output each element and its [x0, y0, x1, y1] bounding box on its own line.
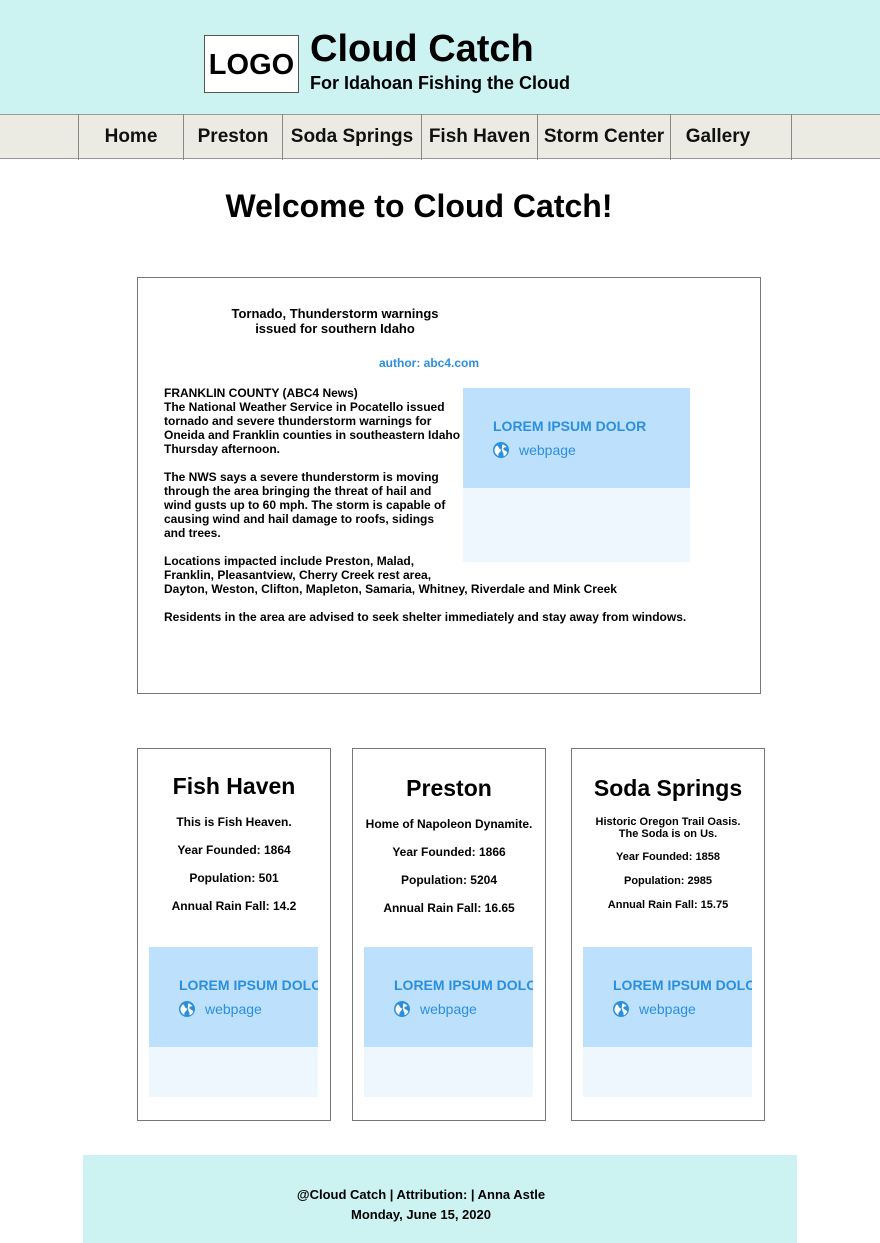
- page-title: Welcome to Cloud Catch!: [225, 188, 613, 224]
- link-preview-title[interactable]: LOREM IPSUM DOLOR: [394, 977, 533, 993]
- nav-preston[interactable]: Preston: [184, 114, 282, 159]
- card-population: Population: 501: [189, 871, 279, 885]
- link-preview-card[interactable]: [364, 947, 533, 1047]
- card-description: Historic Oregon Trail Oasis. The Soda is…: [595, 816, 741, 840]
- globe-icon: [179, 1001, 195, 1017]
- nav-fish-haven[interactable]: Fish Haven: [422, 114, 537, 159]
- card-rainfall: Annual Rain Fall: 15.75: [607, 899, 729, 911]
- link-preview-title[interactable]: LOREM IPSUM DOLOR: [179, 977, 318, 993]
- card-population: Population: 5204: [400, 873, 498, 887]
- article-paragraph: Residents in the area are advised to see…: [164, 610, 687, 624]
- card-year-founded: Year Founded: 1864: [177, 843, 291, 857]
- article-headline: Tornado, Thunderstorm warnings issued fo…: [231, 306, 439, 336]
- link-preview-card[interactable]: [463, 388, 690, 488]
- site-title: Cloud Catch: [310, 28, 534, 70]
- card-year-founded: Year Founded: 1866: [392, 845, 506, 859]
- link-preview-body: [149, 1047, 318, 1097]
- card-title: Soda Springs: [593, 775, 743, 801]
- card-rainfall: Annual Rain Fall: 14.2: [171, 899, 297, 913]
- nav-divider: [791, 114, 792, 160]
- link-preview-body: [364, 1047, 533, 1097]
- nav-soda-springs[interactable]: Soda Springs: [283, 114, 421, 159]
- globe-icon: [493, 442, 509, 458]
- link-preview-body: [583, 1047, 752, 1097]
- link-preview-webpage[interactable]: webpage: [179, 1001, 262, 1017]
- globe-icon: [613, 1001, 629, 1017]
- card-description: This is Fish Heaven.: [176, 815, 292, 829]
- article-author-link[interactable]: author: abc4.com: [379, 356, 479, 370]
- card-title: Preston: [406, 775, 492, 801]
- site-subtitle: For Idahoan Fishing the Cloud: [310, 73, 570, 93]
- footer-attribution: @Cloud Catch | Attribution: | Anna Astle: [296, 1187, 546, 1202]
- card-population: Population: 2985: [623, 875, 713, 887]
- site-logo[interactable]: LOGO: [204, 35, 299, 93]
- nav-home[interactable]: Home: [79, 114, 183, 159]
- nav-storm-center[interactable]: Storm Center: [538, 114, 670, 159]
- globe-icon: [394, 1001, 410, 1017]
- link-preview-title[interactable]: LOREM IPSUM DOLOR: [613, 977, 752, 993]
- article-paragraph: FRANKLIN COUNTY (ABC4 News) The National…: [164, 386, 461, 456]
- nav-gallery[interactable]: Gallery: [671, 114, 765, 159]
- link-preview-webpage[interactable]: webpage: [394, 1001, 477, 1017]
- link-preview-card[interactable]: [149, 947, 318, 1047]
- link-preview-webpage[interactable]: webpage: [613, 1001, 696, 1017]
- link-preview-title[interactable]: LOREM IPSUM DOLOR: [493, 418, 683, 434]
- footer-date: Monday, June 15, 2020: [351, 1207, 491, 1222]
- card-year-founded: Year Founded: 1858: [616, 851, 720, 863]
- link-preview-body: [463, 488, 690, 562]
- card-rainfall: Annual Rain Fall: 16.65: [383, 901, 515, 915]
- article-paragraph: The NWS says a severe thunderstorm is mo…: [164, 470, 446, 540]
- link-preview-card[interactable]: [583, 947, 752, 1047]
- link-preview-webpage[interactable]: webpage: [493, 442, 576, 458]
- card-description: Home of Napoleon Dynamite.: [365, 817, 533, 831]
- card-title: Fish Haven: [172, 773, 296, 799]
